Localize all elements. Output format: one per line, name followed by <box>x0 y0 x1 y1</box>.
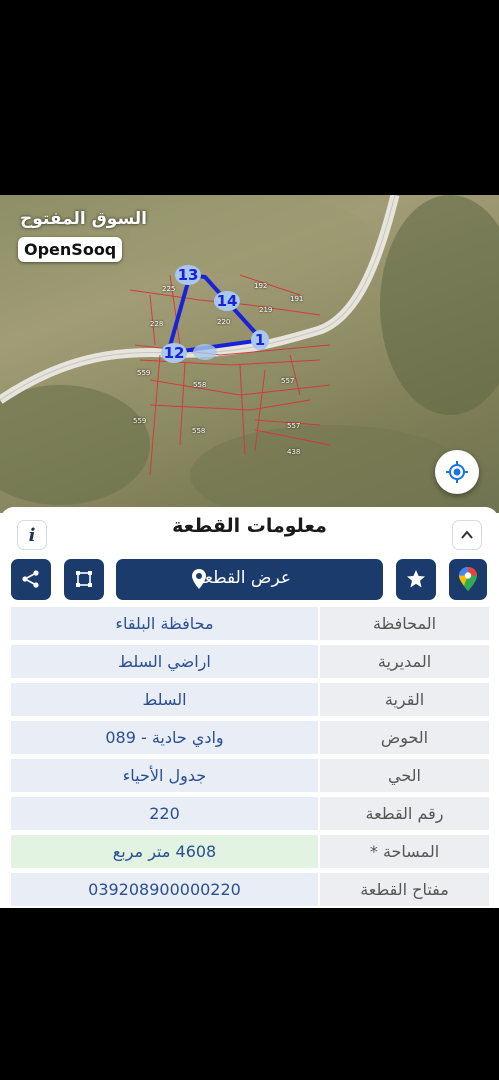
satellite-map[interactable]: 13 14 12 1 225 192 191 219 220 228 559 5… <box>0 195 499 513</box>
star-icon <box>407 570 425 588</box>
collapse-button[interactable] <box>452 520 482 550</box>
detail-row-neighborhood: جدول الأحياء الحي <box>11 759 489 792</box>
vertex-13: 13 <box>178 266 199 284</box>
detail-row-area: 4608 متر مربع المساحة * <box>11 835 489 868</box>
detail-value: وادي حادية - 089 <box>11 721 318 754</box>
favorite-button[interactable] <box>396 559 436 600</box>
detail-value: اراضي السلط <box>11 645 318 678</box>
crop-button[interactable] <box>64 559 104 600</box>
detail-value: محافظة البلقاء <box>11 607 318 640</box>
detail-value: 4608 متر مربع <box>11 835 318 868</box>
google-maps-icon <box>459 567 477 591</box>
parcel-label: 438 <box>287 448 301 456</box>
show-plot-label: عرض القطعة <box>195 568 291 588</box>
parcel-label: 559 <box>133 417 147 425</box>
parcel-label: 219 <box>259 306 273 314</box>
share-icon <box>22 570 39 588</box>
vertex-12: 12 <box>164 344 185 362</box>
opensooq-watermark-arabic: السوق المفتوح <box>20 209 147 229</box>
crop-square-icon <box>76 571 92 587</box>
detail-row-directorate: اراضي السلط المديرية <box>11 645 489 678</box>
detail-label: مفتاح القطعة <box>320 873 489 906</box>
detail-row-governorate: محافظة البلقاء المحافظة <box>11 607 489 640</box>
plot-info-sheet: i معلومات القطعة عرض القطعة محافظة البلق… <box>0 507 499 908</box>
google-maps-button[interactable] <box>449 559 487 600</box>
detail-label: رقم القطعة <box>320 797 489 830</box>
detail-row-basin: وادي حادية - 089 الحوض <box>11 721 489 754</box>
opensooq-watermark-logo: OpenSooq <box>18 237 123 262</box>
location-pin-icon <box>192 569 206 589</box>
parcel-label: 220 <box>217 318 231 326</box>
detail-label: القرية <box>320 683 489 716</box>
detail-value: السلط <box>11 683 318 716</box>
parcel-label: 225 <box>162 285 176 293</box>
detail-value: 039208900000220 <box>11 873 318 906</box>
my-location-button[interactable] <box>435 450 479 494</box>
detail-label: الحوض <box>320 721 489 754</box>
chevron-up-icon <box>461 530 473 539</box>
plot-details-table: محافظة البلقاء المحافظة اراضي السلط المد… <box>11 607 489 908</box>
detail-row-plot-number: 220 رقم القطعة <box>11 797 489 830</box>
sheet-title: معلومات القطعة <box>172 515 327 537</box>
detail-row-village: السلط القرية <box>11 683 489 716</box>
detail-row-plot-key: 039208900000220 مفتاح القطعة <box>11 873 489 906</box>
parcel-label: 191 <box>290 295 304 303</box>
show-plot-button[interactable]: عرض القطعة <box>116 559 383 600</box>
parcel-label: 192 <box>254 282 268 290</box>
parcel-label: 557 <box>281 377 295 385</box>
share-button[interactable] <box>11 559 51 600</box>
parcel-label: 558 <box>192 427 206 435</box>
vertex-1: 1 <box>255 331 265 349</box>
vertex-14: 14 <box>217 292 238 310</box>
app-frame: 13 14 12 1 225 192 191 219 220 228 559 5… <box>0 195 499 908</box>
detail-value: جدول الأحياء <box>11 759 318 792</box>
parcel-label: 228 <box>150 320 164 328</box>
detail-label: المساحة * <box>320 835 489 868</box>
parcel-label: 557 <box>287 422 301 430</box>
my-location-icon <box>446 461 468 483</box>
detail-label: الحي <box>320 759 489 792</box>
detail-label: المحافظة <box>320 607 489 640</box>
parcel-label: 558 <box>193 381 207 389</box>
parcel-label: 559 <box>137 369 151 377</box>
detail-value: 220 <box>11 797 318 830</box>
detail-label: المديرية <box>320 645 489 678</box>
